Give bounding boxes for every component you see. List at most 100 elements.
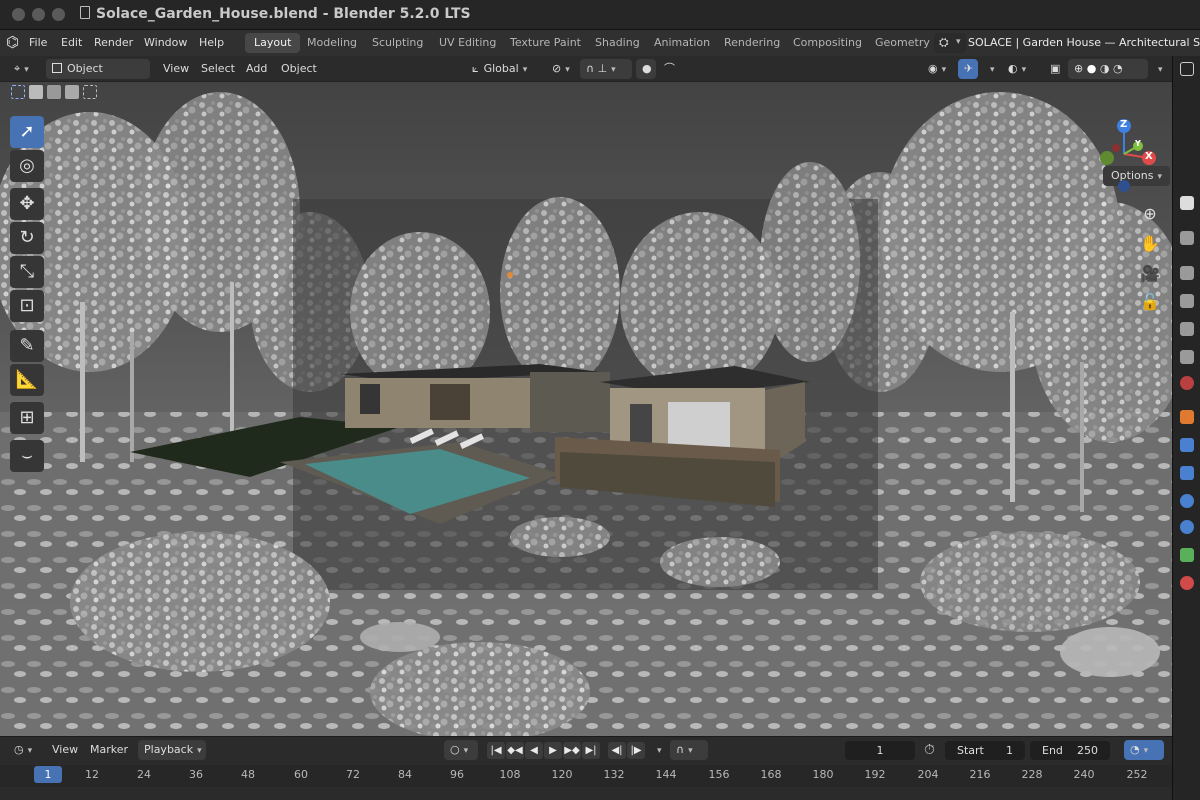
- wrench-tools-icon[interactable]: [1180, 231, 1194, 245]
- move-icon[interactable]: ✥: [10, 188, 44, 220]
- tab-sculpting[interactable]: Sculpting: [363, 33, 432, 53]
- playback-menu[interactable]: Playback ▾: [138, 740, 206, 760]
- mode-selector[interactable]: Object Mode▾: [46, 59, 150, 95]
- select-subtract-mode-icon[interactable]: [47, 85, 61, 99]
- navigation-gizmo[interactable]: Z Y X: [1086, 118, 1160, 196]
- tab-shading[interactable]: Shading: [586, 33, 649, 53]
- gizmo-toggle[interactable]: ✈: [958, 59, 978, 79]
- tab-modeling[interactable]: Modeling: [298, 33, 366, 53]
- gizmo-dropdown[interactable]: ▾: [980, 59, 995, 79]
- xray-toggle[interactable]: ▣: [1044, 59, 1064, 79]
- measure-icon[interactable]: 📐: [10, 364, 44, 396]
- keying-selector[interactable]: ○ ▾: [444, 740, 478, 760]
- lock-icon[interactable]: 🔓: [1138, 290, 1162, 314]
- rotate-icon[interactable]: ↻: [10, 222, 44, 254]
- object-menu[interactable]: Object: [275, 59, 323, 79]
- maximize-window-button[interactable]: [52, 8, 65, 21]
- menu-window[interactable]: Window: [144, 36, 187, 49]
- modifier-icon[interactable]: [1180, 438, 1194, 452]
- camera-icon[interactable]: 🎥: [1138, 262, 1162, 286]
- select-invert-mode-icon[interactable]: [65, 85, 79, 99]
- blender-icon[interactable]: ⌬: [6, 33, 19, 51]
- select-extend-mode-icon[interactable]: [29, 85, 43, 99]
- editor-type-button[interactable]: ⌖ ▾: [8, 59, 42, 79]
- output-icon[interactable]: [1180, 294, 1194, 308]
- next-marker-icon[interactable]: |▶: [627, 742, 645, 759]
- render-icon[interactable]: [1180, 266, 1194, 280]
- scene-selector[interactable]: ⛭ ▾: [934, 33, 966, 53]
- timeline-editor-type[interactable]: ◷ ▾: [8, 740, 42, 760]
- play-reverse-icon[interactable]: ◀: [525, 742, 543, 759]
- outliner-icon[interactable]: [1180, 62, 1194, 76]
- scene-name[interactable]: SOLACE | Garden House — Architectural St…: [968, 36, 1200, 49]
- tool-settings-icon[interactable]: [1180, 196, 1194, 210]
- scale-icon[interactable]: ⤡: [10, 256, 44, 288]
- select-intersect-mode-icon[interactable]: [83, 85, 97, 99]
- visibility-selector[interactable]: ◉ ▾: [922, 59, 954, 79]
- jump-start-icon[interactable]: |◀: [487, 742, 505, 759]
- menu-edit[interactable]: Edit: [61, 36, 82, 49]
- record-icon: ○: [450, 743, 460, 756]
- transform-icon[interactable]: ⊡: [10, 290, 44, 322]
- select-new-mode-icon[interactable]: [11, 85, 25, 99]
- annotate-icon[interactable]: ✎: [10, 330, 44, 362]
- overlay-timeline-toggle[interactable]: ◔ ▾: [1124, 740, 1164, 760]
- minimize-window-button[interactable]: [32, 8, 45, 21]
- select-box-icon[interactable]: ➚: [10, 116, 44, 148]
- falloff-selector[interactable]: ⌒: [658, 59, 682, 79]
- orientation-selector[interactable]: ⟀ Global ▾: [466, 59, 540, 79]
- proportional-edit-toggle[interactable]: ●: [636, 59, 656, 79]
- jump-end-icon[interactable]: ▶|: [582, 742, 600, 759]
- tab-uv-editing[interactable]: UV Editing: [430, 33, 505, 53]
- stopwatch-icon[interactable]: ⏱: [924, 742, 935, 758]
- tab-texture-paint[interactable]: Texture Paint: [501, 33, 590, 53]
- tab-geometry[interactable]: Geometry: [866, 33, 939, 53]
- timeline-marker-menu[interactable]: Marker: [84, 740, 134, 760]
- menu-file[interactable]: File: [29, 36, 47, 49]
- overlay-selector[interactable]: ◐ ▾: [1002, 59, 1042, 79]
- shading-selector[interactable]: ⊕ ● ◑ ◔: [1068, 59, 1148, 79]
- scene-props-icon[interactable]: [1180, 350, 1194, 364]
- pivot-selector[interactable]: ⊘ ▾: [546, 59, 576, 79]
- view-menu[interactable]: View: [157, 59, 195, 79]
- shading-dropdown[interactable]: ▾: [1148, 59, 1164, 79]
- material-props-icon[interactable]: [1180, 576, 1194, 590]
- add-cube-icon[interactable]: ⊞: [10, 402, 44, 434]
- physics-icon[interactable]: [1180, 494, 1194, 508]
- pan-hand-icon[interactable]: ✋: [1138, 232, 1162, 256]
- close-window-button[interactable]: [12, 8, 25, 21]
- current-frame-field[interactable]: 1: [845, 741, 915, 760]
- timeline-view-menu[interactable]: View: [46, 740, 84, 760]
- frame-label: 168: [760, 768, 782, 781]
- zoom-icon[interactable]: ⊕: [1138, 202, 1162, 226]
- tab-animation[interactable]: Animation: [645, 33, 719, 53]
- add-menu[interactable]: Add: [240, 59, 273, 79]
- select-menu[interactable]: Select: [195, 59, 241, 79]
- prev-marker-icon[interactable]: ◀|: [608, 742, 626, 759]
- cursor-icon[interactable]: ◎: [10, 150, 44, 182]
- prev-keyframe-icon[interactable]: ◆◀: [506, 742, 524, 759]
- auto-keying-toggle[interactable]: ∩ ▾: [670, 740, 708, 760]
- menu-render[interactable]: Render: [94, 36, 133, 49]
- playback-dropdown[interactable]: ▾: [647, 740, 663, 760]
- tab-rendering[interactable]: Rendering: [715, 33, 789, 53]
- particles-icon[interactable]: [1180, 466, 1194, 480]
- frame-label-current[interactable]: 1: [34, 766, 62, 783]
- constraints-icon[interactable]: [1180, 520, 1194, 534]
- menu-help[interactable]: Help: [199, 36, 224, 49]
- view-layer-icon[interactable]: [1180, 322, 1194, 336]
- 3d-viewport[interactable]: ➚ ◎ ✥ ↻ ⤡ ⊡ ✎ 📐 ⊞ ⌣ Options ▾ Z Y X ⊕ ✋ 🎥…: [0, 82, 1172, 736]
- end-frame-field[interactable]: End 250: [1030, 741, 1110, 760]
- play-icon[interactable]: ▶: [544, 742, 562, 759]
- world-icon[interactable]: [1180, 376, 1194, 390]
- tab-compositing[interactable]: Compositing: [784, 33, 871, 53]
- start-frame-field[interactable]: Start 1: [945, 741, 1025, 760]
- tab-layout[interactable]: Layout: [245, 33, 301, 53]
- curve-icon[interactable]: ⌣: [10, 440, 44, 472]
- data-icon[interactable]: [1180, 548, 1194, 562]
- object-props-icon[interactable]: [1180, 410, 1194, 424]
- snap-toggle[interactable]: ∩ ⊥ ▾: [580, 59, 632, 79]
- timeline-ruler[interactable]: 1 12 24 36 48 60 72 84 96 108 120 132 14…: [0, 765, 1172, 787]
- chevron-down-icon: ▾: [522, 65, 528, 75]
- next-keyframe-icon[interactable]: ▶◆: [563, 742, 581, 759]
